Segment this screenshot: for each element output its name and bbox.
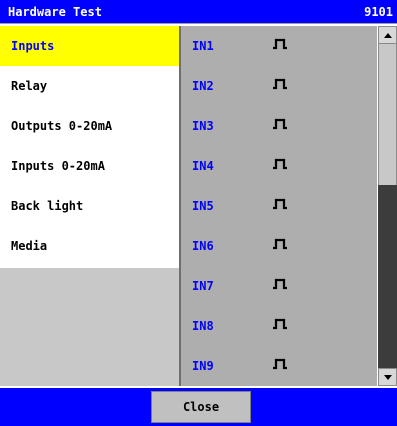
input-label: IN5	[192, 199, 214, 213]
menu-item-inputs-0-20ma[interactable]: Inputs 0-20mA	[0, 146, 179, 186]
side-menu: Inputs Relay Outputs 0-20mA Inputs 0-20m…	[0, 26, 179, 386]
menu-item-back-light[interactable]: Back light	[0, 186, 179, 226]
window-code: 9101	[364, 5, 393, 19]
pulse-icon	[273, 158, 287, 170]
input-label: IN2	[192, 79, 214, 93]
menu-item-relay[interactable]: Relay	[0, 66, 179, 106]
menu-item-outputs-0-20ma[interactable]: Outputs 0-20mA	[0, 106, 179, 146]
input-row: IN2	[181, 66, 377, 106]
input-label: IN7	[192, 279, 214, 293]
footer-bar: Close	[0, 388, 397, 426]
input-label: IN1	[192, 39, 214, 53]
pulse-icon	[273, 118, 287, 130]
title-bar: Hardware Test 9101	[0, 0, 397, 24]
pulse-icon	[273, 38, 287, 50]
input-label: IN4	[192, 159, 214, 173]
input-row: IN7	[181, 266, 377, 306]
menu-list: Inputs Relay Outputs 0-20mA Inputs 0-20m…	[0, 26, 179, 268]
pulse-icon	[273, 278, 287, 290]
scroll-down-button[interactable]	[378, 368, 397, 386]
input-label: IN8	[192, 319, 214, 333]
input-label: IN3	[192, 119, 214, 133]
input-row: IN1	[181, 26, 377, 66]
input-row: IN3	[181, 106, 377, 146]
menu-item-media[interactable]: Media	[0, 226, 179, 266]
window-title: Hardware Test	[8, 5, 102, 19]
pulse-icon	[273, 198, 287, 210]
input-list: IN1 IN2 IN3 IN4 IN5 IN6 IN7 IN8 IN9	[181, 26, 377, 386]
input-row: IN6	[181, 226, 377, 266]
input-row: IN5	[181, 186, 377, 226]
pulse-icon	[273, 238, 287, 250]
menu-item-inputs[interactable]: Inputs	[0, 26, 179, 66]
pulse-icon	[273, 78, 287, 90]
scroll-thumb[interactable]	[378, 44, 397, 185]
scroll-up-button[interactable]	[378, 26, 397, 44]
vertical-scrollbar[interactable]	[378, 26, 397, 386]
input-row: IN8	[181, 306, 377, 346]
pulse-icon	[273, 318, 287, 330]
arrow-down-icon	[384, 375, 392, 380]
input-label: IN9	[192, 359, 214, 373]
input-label: IN6	[192, 239, 214, 253]
input-row: IN9	[181, 346, 377, 386]
pulse-icon	[273, 358, 287, 370]
close-button[interactable]: Close	[151, 391, 251, 423]
arrow-up-icon	[384, 33, 392, 38]
input-row: IN4	[181, 146, 377, 186]
